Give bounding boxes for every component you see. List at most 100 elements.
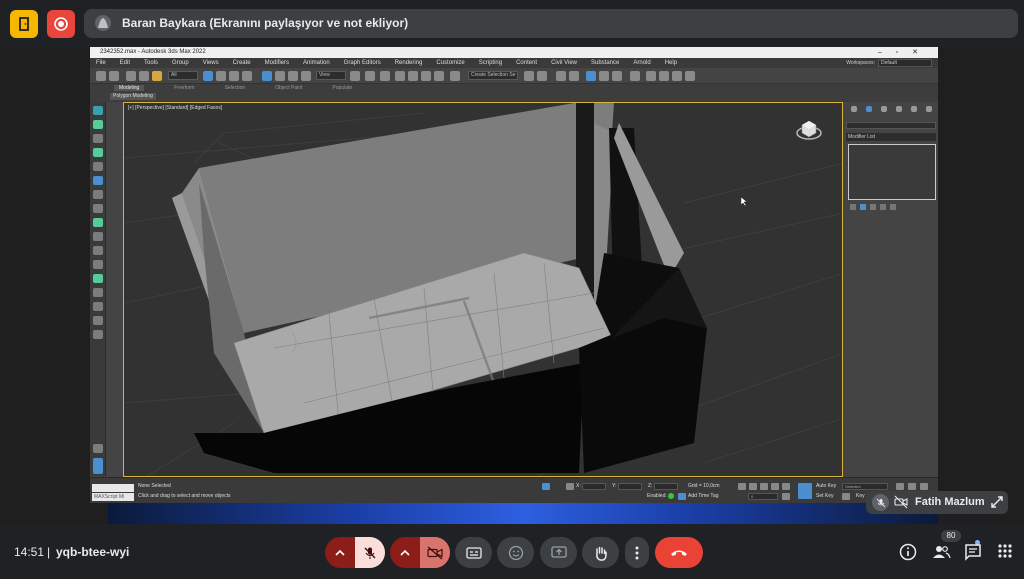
menu-edit[interactable]: Edit bbox=[120, 58, 130, 68]
ribbon-polygon-modeling[interactable]: Polygon Modeling bbox=[110, 93, 156, 100]
absolute-mode-icon[interactable] bbox=[566, 483, 574, 490]
create-geometry-icon[interactable] bbox=[93, 120, 103, 129]
utilities-tab-icon[interactable] bbox=[925, 106, 932, 112]
object-name-field[interactable] bbox=[846, 122, 936, 129]
selection-filter-dropdown[interactable]: All bbox=[168, 71, 198, 80]
menu-animation[interactable]: Animation bbox=[303, 58, 330, 68]
menu-arnold[interactable]: Arnold bbox=[633, 58, 650, 68]
ribbon-toggle-icon[interactable] bbox=[586, 71, 596, 81]
extras-icon[interactable] bbox=[93, 316, 103, 325]
go-to-start-icon[interactable] bbox=[738, 483, 746, 490]
ribbon-tab-selection[interactable]: Selection bbox=[225, 85, 246, 91]
present-screen-button[interactable] bbox=[540, 537, 577, 568]
workspace-selector[interactable]: Workspaces: Default bbox=[846, 58, 932, 68]
menu-graph-editors[interactable]: Graph Editors bbox=[344, 58, 381, 68]
menu-substance[interactable]: Substance bbox=[591, 58, 619, 68]
viewport-label[interactable]: [+] [Perspective] [Standard] [Edged Face… bbox=[128, 105, 222, 111]
menu-group[interactable]: Group bbox=[172, 58, 189, 68]
ribbon-tab-freeform[interactable]: Freeform bbox=[174, 85, 194, 91]
perspective-viewport[interactable]: [+] [Perspective] [Standard] [Edged Face… bbox=[123, 102, 843, 477]
set-key-big-icon[interactable] bbox=[798, 483, 812, 499]
leave-exit-button[interactable] bbox=[10, 10, 38, 38]
key-filter-icon[interactable] bbox=[842, 493, 850, 500]
current-frame-field[interactable]: 0 bbox=[748, 493, 778, 500]
snaps-toggle-icon[interactable] bbox=[395, 71, 405, 81]
configure-sets-icon[interactable] bbox=[890, 204, 896, 210]
reactions-button[interactable] bbox=[497, 537, 534, 568]
viewport-layout-icon[interactable] bbox=[93, 458, 103, 474]
ref-coord-dropdown[interactable]: View bbox=[316, 71, 346, 80]
coord-z-field[interactable] bbox=[654, 483, 678, 490]
go-to-end-icon[interactable] bbox=[782, 483, 790, 490]
link-icon[interactable] bbox=[126, 71, 136, 81]
curve-editor-icon[interactable] bbox=[599, 71, 609, 81]
systems-icon[interactable] bbox=[93, 302, 103, 311]
maxscript-listener-top[interactable] bbox=[92, 484, 134, 492]
orbit-tool-icon[interactable] bbox=[93, 218, 103, 227]
coord-y-field[interactable] bbox=[618, 483, 642, 490]
render-production-icon[interactable] bbox=[672, 71, 682, 81]
container-icon[interactable] bbox=[93, 176, 103, 185]
hierarchy-tab-icon[interactable] bbox=[880, 106, 887, 112]
named-selection-set-dropdown[interactable]: Create Selection Se bbox=[468, 71, 518, 80]
isolate-icon[interactable] bbox=[93, 162, 103, 171]
select-by-name-icon[interactable] bbox=[216, 71, 226, 81]
mic-toggle-button[interactable] bbox=[355, 537, 385, 568]
enabled-status-icon[interactable] bbox=[668, 493, 674, 499]
material-editor-icon[interactable] bbox=[630, 71, 640, 81]
modifier-list-dropdown[interactable]: Modifier List bbox=[846, 133, 936, 141]
help-icon[interactable] bbox=[93, 330, 103, 339]
workspace-value[interactable]: Default bbox=[878, 58, 932, 67]
menu-modifiers[interactable]: Modifiers bbox=[265, 58, 289, 68]
self-participant-tile[interactable]: Fatih Mazlum bbox=[866, 491, 1008, 514]
make-unique-icon[interactable] bbox=[870, 204, 876, 210]
bind-space-warp-icon[interactable] bbox=[152, 71, 162, 81]
camera-tool-icon[interactable] bbox=[93, 260, 103, 269]
snap-tool-icon[interactable] bbox=[93, 134, 103, 143]
ribbon-tab-modeling[interactable]: Modeling bbox=[114, 85, 145, 91]
select-move-icon[interactable] bbox=[262, 71, 272, 81]
modifier-stack[interactable] bbox=[848, 144, 936, 200]
time-config-icon[interactable] bbox=[782, 493, 790, 500]
meeting-details-button[interactable] bbox=[899, 543, 917, 561]
ribbon-tab-populate[interactable]: Populate bbox=[332, 85, 352, 91]
menu-help[interactable]: Help bbox=[665, 58, 677, 68]
helper-tool-icon[interactable] bbox=[93, 274, 103, 283]
pin-stack-icon[interactable] bbox=[850, 204, 856, 210]
modify-tab-icon[interactable] bbox=[865, 106, 872, 112]
layer-explorer-icon[interactable] bbox=[569, 71, 579, 81]
isolate-selection-icon[interactable] bbox=[542, 483, 550, 490]
captions-button[interactable] bbox=[455, 537, 492, 568]
key-filters[interactable]: Key bbox=[856, 493, 865, 499]
lock-selection-icon[interactable] bbox=[93, 190, 103, 199]
set-key[interactable]: Set Key bbox=[816, 493, 834, 499]
spinner-snap-icon[interactable] bbox=[434, 71, 444, 81]
camera-toggle-button[interactable] bbox=[420, 537, 450, 568]
zoom-all-icon[interactable] bbox=[908, 483, 916, 490]
window-crossing-icon[interactable] bbox=[242, 71, 252, 81]
percent-snap-icon[interactable] bbox=[421, 71, 431, 81]
menu-scripting[interactable]: Scripting bbox=[479, 58, 502, 68]
display-tab-icon[interactable] bbox=[910, 106, 917, 112]
pivot-center-icon[interactable] bbox=[350, 71, 360, 81]
paint-tool-icon[interactable] bbox=[93, 232, 103, 241]
redo-icon[interactable] bbox=[109, 71, 119, 81]
more-options-button[interactable] bbox=[625, 537, 649, 568]
menu-file[interactable]: File bbox=[96, 58, 106, 68]
select-rotate-icon[interactable] bbox=[275, 71, 285, 81]
camera-options-button[interactable] bbox=[390, 537, 420, 568]
mic-options-button[interactable] bbox=[325, 537, 355, 568]
sweep-tool-icon[interactable] bbox=[93, 148, 103, 157]
select-manipulate-icon[interactable] bbox=[365, 71, 375, 81]
previous-frame-icon[interactable] bbox=[749, 483, 757, 490]
leave-call-button[interactable] bbox=[655, 537, 703, 568]
coord-x-field[interactable] bbox=[582, 483, 606, 490]
menu-rendering[interactable]: Rendering bbox=[395, 58, 423, 68]
place-icon[interactable] bbox=[301, 71, 311, 81]
menu-tools[interactable]: Tools bbox=[144, 58, 158, 68]
undo-icon[interactable] bbox=[96, 71, 106, 81]
raise-hand-button[interactable] bbox=[582, 537, 619, 568]
angle-snap-icon[interactable] bbox=[408, 71, 418, 81]
pan-tool-icon[interactable] bbox=[93, 204, 103, 213]
time-tag-icon[interactable] bbox=[678, 493, 686, 500]
